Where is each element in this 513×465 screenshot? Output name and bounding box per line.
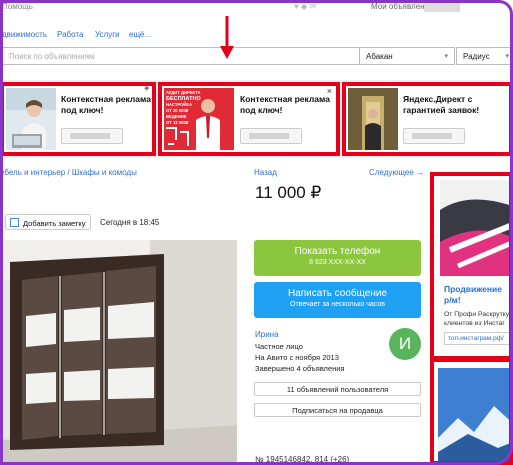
- seller-since: На Авито с ноября 2013: [255, 353, 339, 362]
- write-message-label: Написать сообщение: [287, 288, 387, 299]
- seller-avatar[interactable]: И: [389, 328, 421, 360]
- chevron-down-icon: ▾: [505, 53, 509, 60]
- ad-text-3: Яндекс.Директ с гарантией заявок!: [403, 94, 480, 115]
- subscribe-button[interactable]: Подписаться на продавца: [254, 403, 421, 417]
- side-ad-image: [440, 180, 509, 276]
- ad-button-3[interactable]: [403, 128, 465, 144]
- seller-completed: Завершено 4 объявления: [255, 364, 345, 373]
- ad-button-1[interactable]: [61, 128, 123, 144]
- show-phone-button[interactable]: Показать телефон 8 923 XXX-XX-XX: [254, 240, 421, 276]
- nav-item-services[interactable]: Услуги: [95, 30, 120, 39]
- red-arrow-annotation: [220, 16, 234, 59]
- add-note-button[interactable]: Добавить заметку: [5, 214, 91, 230]
- ad-button-2[interactable]: [240, 128, 302, 144]
- side-ad-link[interactable]: топ-инстаграм.рф/: [444, 332, 509, 345]
- phone-number: 8 923 XXX-XX-XX: [309, 259, 366, 266]
- ad-card-2[interactable]: АУДИТ ДИРЕКТА БЕСПЛАТНО НАСТРОЙКА ОТ 20 …: [158, 82, 340, 156]
- seller-name[interactable]: Ирина: [255, 330, 279, 339]
- info-icon[interactable]: ◈: [144, 84, 149, 92]
- radius-value: Радиус: [463, 52, 490, 61]
- city-select[interactable]: Абакан ▾: [360, 47, 455, 65]
- listing-id: № 1945146842, 814 (+26): [255, 455, 350, 464]
- user-avatar[interactable]: [424, 0, 460, 12]
- search-input[interactable]: Поиск по объявлениям: [0, 47, 360, 65]
- radius-select[interactable]: Радиус ▾: [456, 47, 513, 65]
- write-message-button[interactable]: Написать сообщение Отвечает за несколько…: [254, 282, 421, 318]
- response-time: Отвечает за несколько часов: [290, 301, 385, 308]
- price: 11 000 ₽: [255, 183, 322, 202]
- posted-date: Сегодня в 18:45: [100, 218, 160, 227]
- next-link[interactable]: Следующее →: [369, 168, 424, 177]
- seller-type: Частное лицо: [255, 342, 303, 351]
- notification-icons[interactable]: ♥ ◆ ✉: [294, 2, 316, 11]
- user-ads-button[interactable]: 11 объявлений пользователя: [254, 382, 421, 396]
- ad-card-3[interactable]: Яндекс.Директ с гарантией заявок!: [342, 82, 513, 156]
- nav-item-jobs[interactable]: Работа: [57, 30, 83, 39]
- ad-banner-copy: АУДИТ ДИРЕКТА БЕСПЛАТНО НАСТРОЙКА ОТ 20 …: [166, 90, 201, 126]
- add-note-label: Добавить заметку: [23, 219, 86, 228]
- ad-text-2: Контекстная реклама под ключ!: [240, 94, 330, 115]
- top-bar: Помощь ♥ ◆ ✉ Мои объявления: [0, 0, 513, 14]
- banner-line: ОТ 12 000₽: [166, 120, 189, 125]
- close-icon[interactable]: ×: [327, 86, 332, 96]
- ad-card-1[interactable]: Контекстная реклама под ключ!: [0, 82, 156, 156]
- show-phone-label: Показать телефон: [294, 246, 381, 257]
- help-link[interactable]: Помощь: [2, 2, 33, 11]
- ad-text-1: Контекстная реклама под ключ!: [61, 94, 151, 115]
- back-link[interactable]: Назад: [254, 168, 277, 177]
- chevron-down-icon: ▾: [444, 53, 448, 60]
- side-ad-title[interactable]: Продвижение р/м!: [444, 284, 509, 306]
- side-ad[interactable]: Продвижение р/м! От Профи Раскрутку клие…: [430, 172, 513, 465]
- note-icon: [10, 218, 19, 227]
- nav-item-more[interactable]: ещё...: [129, 30, 151, 39]
- side-ad-description: От Профи Раскрутку клиентов из Инстаг: [444, 311, 510, 327]
- city-value: Абакан: [366, 52, 393, 61]
- ad-image-woman-laptop: [6, 88, 56, 150]
- breadcrumb[interactable]: ебель и интерьер / Шкафы и комоды: [0, 168, 137, 177]
- ad-divider: [434, 356, 509, 362]
- side-ad-image-mountains: [438, 368, 509, 461]
- listing-photo[interactable]: [0, 240, 237, 465]
- nav-item-realty[interactable]: движимость: [2, 30, 47, 39]
- ad-image-man-hallway: [348, 88, 398, 150]
